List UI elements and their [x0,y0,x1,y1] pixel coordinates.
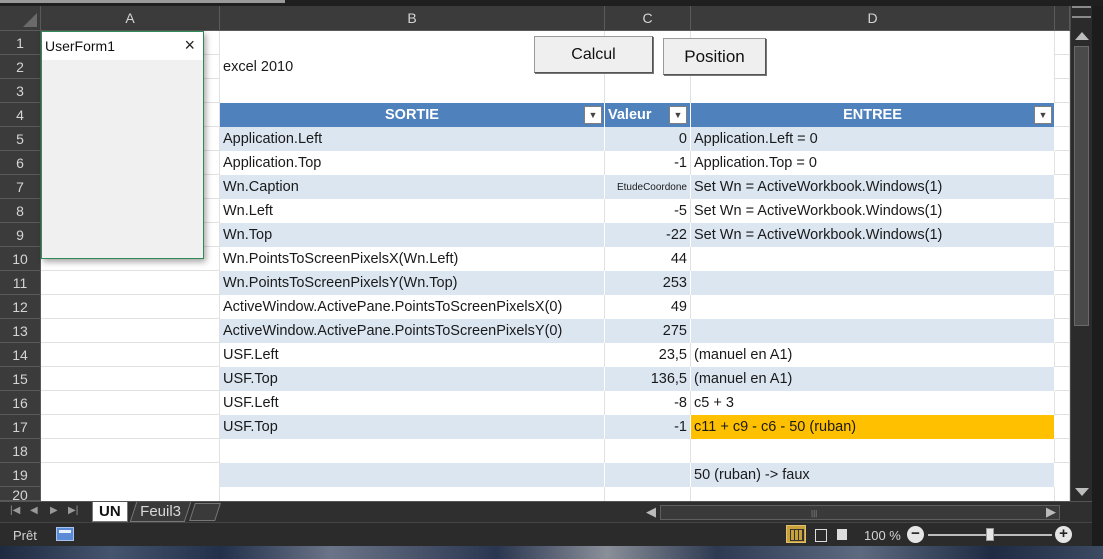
sheet-row [41,487,1070,501]
scroll-right-icon[interactable]: ▶ [1046,504,1056,520]
highlighted-cell[interactable]: c11 + c9 - c6 - 50 (ruban) [691,415,1055,439]
excel-window: A B C D 1 2 3 4 5 6 7 8 9 10 11 12 13 14… [0,0,1103,546]
status-bar: Prêt 100 % − + [0,522,1092,546]
split-handle[interactable] [1072,6,1091,18]
table-row: USF.Top -1 c11 + c9 - c6 - 50 (ruban) [41,415,1070,439]
row-header[interactable]: 17 [0,415,41,439]
header-valeur[interactable]: Valeur ▼ [605,103,691,127]
first-sheet-icon[interactable]: |◀ [10,505,20,516]
vertical-scrollbar[interactable] [1070,6,1092,501]
table-row: Wn.PointsToScreenPixelsY(Wn.Top) 253 [41,271,1070,295]
prev-sheet-icon[interactable]: ◀ [30,505,38,516]
row-header[interactable]: 20 [0,487,41,501]
column-header-e[interactable] [1055,6,1070,31]
dropdown-arrow-icon[interactable]: ▼ [584,106,602,124]
zoom-level[interactable]: 100 % [864,528,901,543]
column-header-a[interactable]: A [41,6,220,31]
scroll-down-icon[interactable] [1075,488,1089,496]
row-header[interactable]: 19 [0,463,41,487]
table-row: ActiveWindow.ActivePane.PointsToScreenPi… [41,319,1070,343]
row-header[interactable]: 7 [0,175,41,199]
userform-title: UserForm1 [45,38,116,54]
window-edge [1092,6,1103,546]
header-sortie[interactable]: SORTIE ▼ [220,103,605,127]
column-header-b[interactable]: B [220,6,605,31]
row-header[interactable]: 12 [0,295,41,319]
header-entree[interactable]: ENTREE ▼ [691,103,1055,127]
sheet-row: 50 (ruban) -> faux [41,463,1070,487]
normal-view-icon[interactable] [786,525,806,543]
row-header[interactable]: 9 [0,223,41,247]
zoom-slider-thumb[interactable] [986,528,994,541]
row-header[interactable]: 5 [0,127,41,151]
desktop-background [0,546,1103,559]
table-row: USF.Left -8 c5 + 3 [41,391,1070,415]
sheet-row [41,439,1070,463]
column-header-d[interactable]: D [691,6,1055,31]
cell-d19[interactable]: 50 (ruban) -> faux [691,463,1055,487]
row-header[interactable]: 1 [0,31,41,55]
row-header[interactable]: 10 [0,247,41,271]
row-header[interactable]: 13 [0,319,41,343]
row-header[interactable]: 18 [0,439,41,463]
select-all-button[interactable] [0,6,41,31]
dropdown-arrow-icon[interactable]: ▼ [669,106,687,124]
calcul-button[interactable]: Calcul [534,36,653,73]
row-header[interactable]: 8 [0,199,41,223]
new-sheet-icon[interactable] [189,503,221,521]
row-header[interactable]: 6 [0,151,41,175]
table-row: USF.Top 136,5 (manuel en A1) [41,367,1070,391]
table-row: USF.Left 23,5 (manuel en A1) [41,343,1070,367]
status-ready: Prêt [13,528,37,543]
row-header[interactable]: 3 [0,79,41,103]
row-header[interactable]: 11 [0,271,41,295]
row-header[interactable]: 16 [0,391,41,415]
sheet-tab-bar: |◀ ◀ ▶ ▶| UN Feuil3 ◀ ||| ▶ [0,501,1092,522]
next-sheet-icon[interactable]: ▶ [50,505,58,516]
last-sheet-icon[interactable]: ▶| [68,505,78,516]
row-header[interactable]: 4 [0,103,41,127]
row-header[interactable]: 2 [0,55,41,79]
userform-titlebar[interactable]: UserForm1 × [42,32,203,60]
table-row: ActiveWindow.ActivePane.PointsToScreenPi… [41,295,1070,319]
dropdown-arrow-icon[interactable]: ▼ [1034,106,1052,124]
page-layout-icon[interactable] [810,525,830,543]
macro-record-icon[interactable] [56,527,74,541]
userform-window[interactable]: UserForm1 × [41,31,204,259]
row-header[interactable]: 14 [0,343,41,367]
position-button[interactable]: Position [663,38,766,75]
close-icon[interactable]: × [184,35,195,56]
sheet-tab-un[interactable]: UN [92,502,128,522]
column-header-c[interactable]: C [605,6,691,31]
horizontal-scrollbar[interactable]: ||| [660,505,1060,520]
scroll-left-icon[interactable]: ◀ [646,504,656,520]
row-header[interactable]: 15 [0,367,41,391]
zoom-in-icon[interactable]: + [1055,526,1072,543]
scroll-up-icon[interactable] [1075,32,1089,40]
sheet-tab-feuil3[interactable]: Feuil3 [129,502,192,522]
scroll-thumb[interactable] [1074,46,1089,326]
zoom-out-icon[interactable]: − [907,526,924,543]
page-break-icon[interactable] [832,525,852,543]
